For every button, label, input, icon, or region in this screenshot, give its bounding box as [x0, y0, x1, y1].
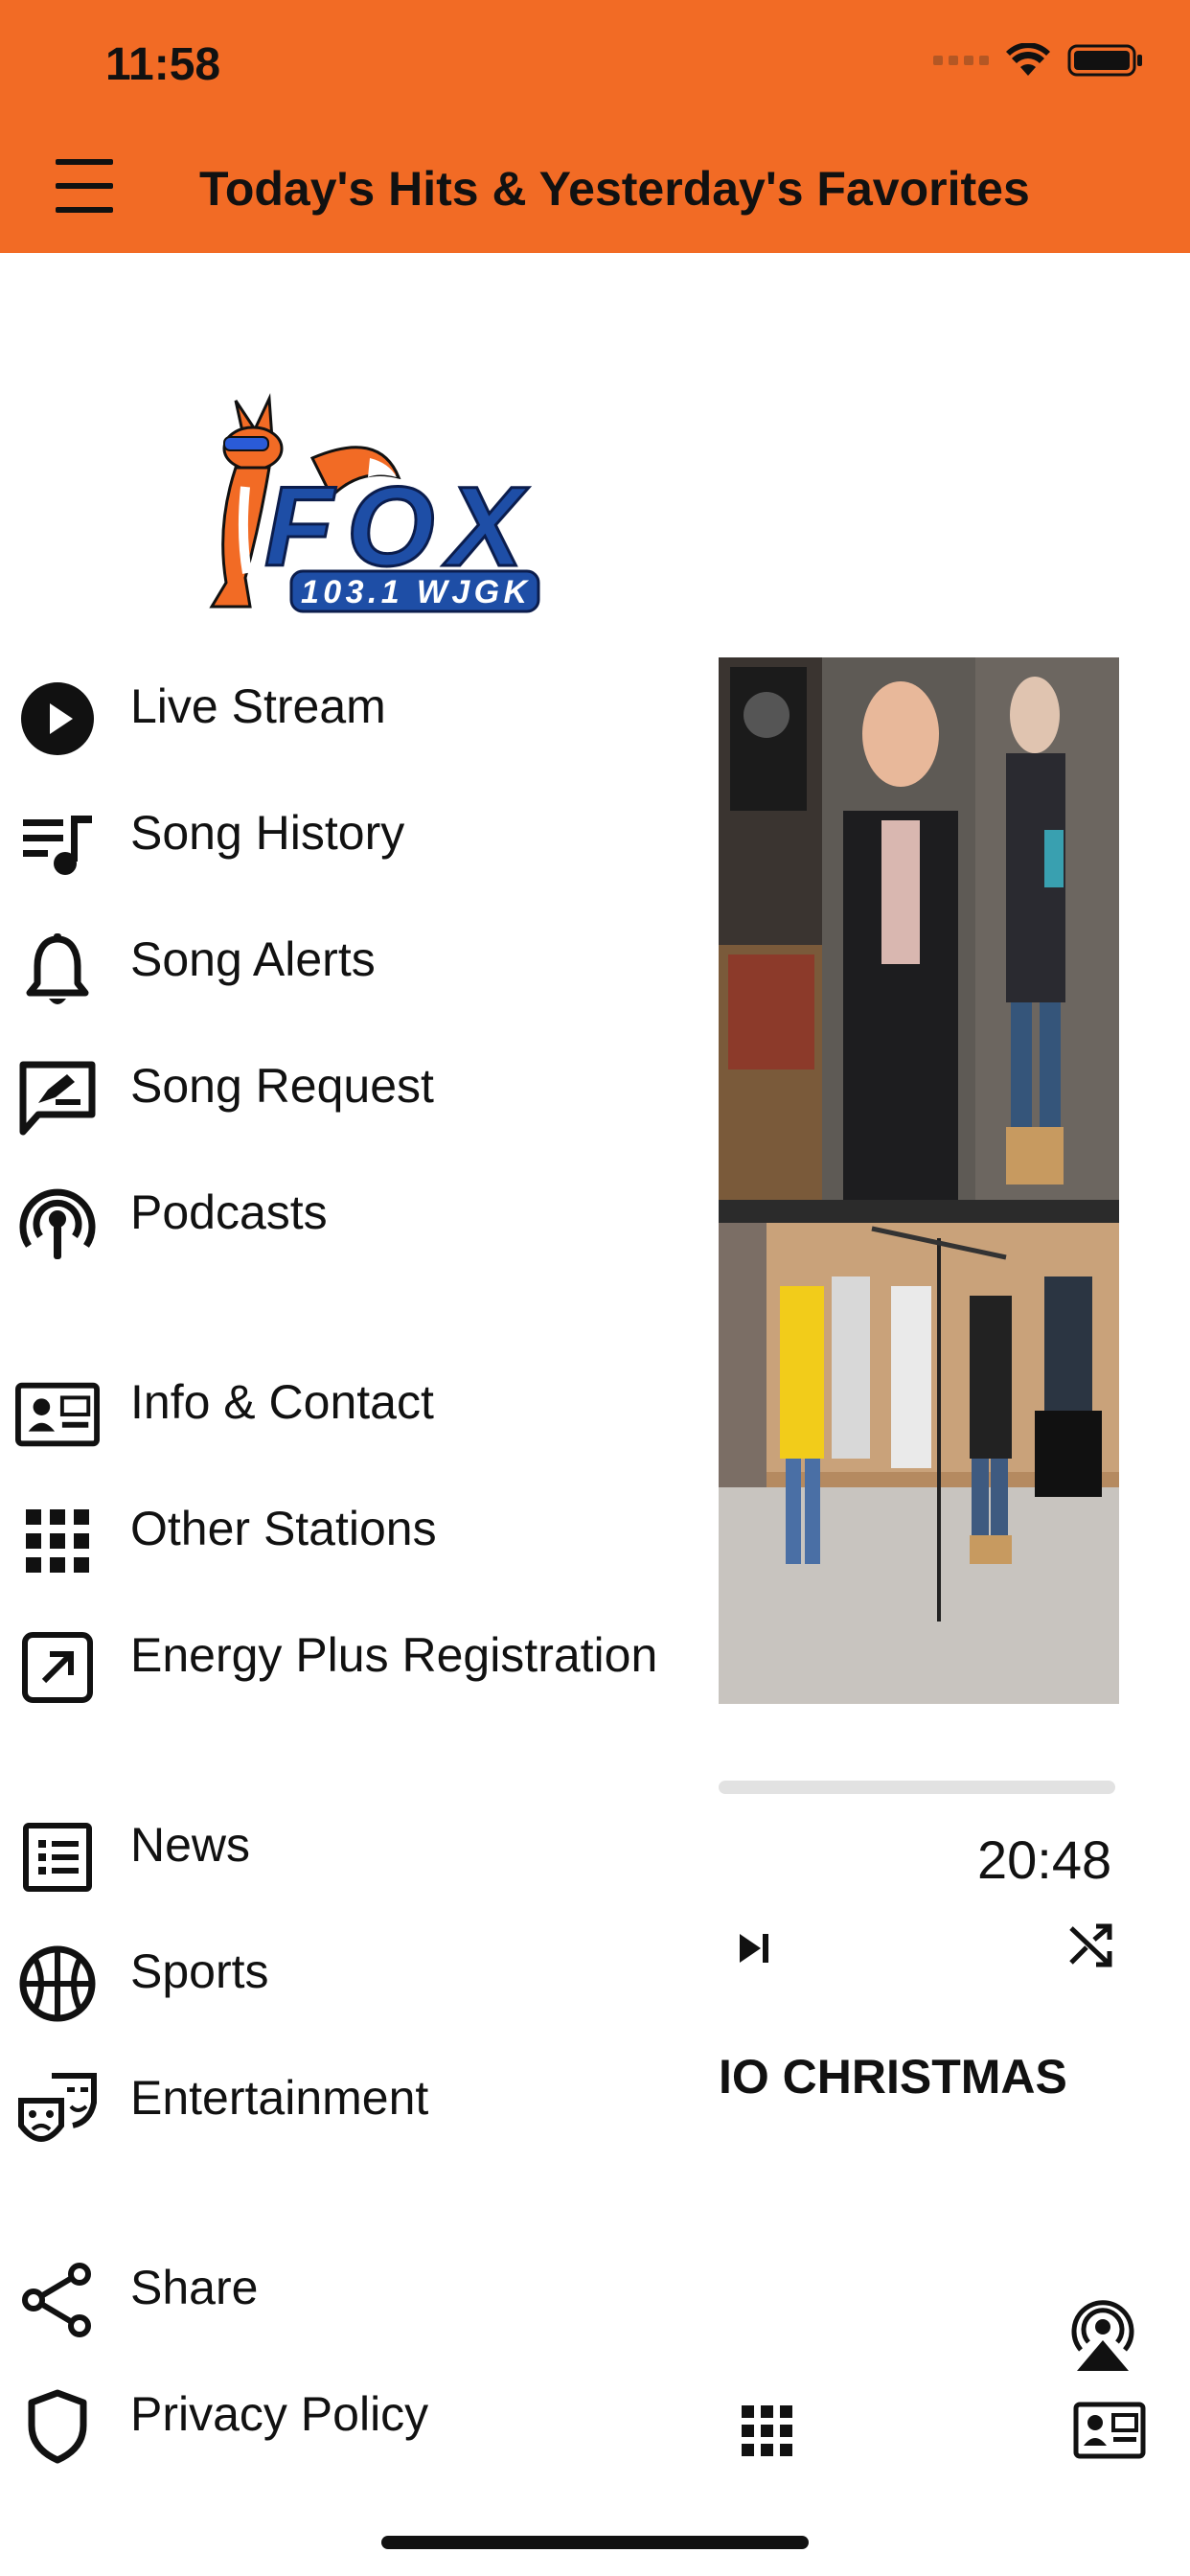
skip-next-icon[interactable] [730, 1924, 778, 1972]
menu-label: Sports [130, 1944, 269, 1998]
playlist-icon [15, 803, 100, 887]
menu-label: Live Stream [130, 679, 386, 733]
home-indicator [381, 2536, 809, 2549]
battery-icon [1067, 44, 1142, 77]
shuffle-icon[interactable] [1065, 1920, 1115, 1970]
external-link-icon [15, 1625, 100, 1710]
menu-item-energy-plus-registration[interactable]: Energy Plus Registration [0, 1602, 690, 1708]
menu-item-song-alerts[interactable]: Song Alerts [0, 907, 690, 1012]
menu-item-entertainment[interactable]: Entertainment [0, 2045, 690, 2150]
menu-item-live-stream[interactable]: Live Stream [0, 654, 690, 759]
menu-item-sports[interactable]: Sports [0, 1919, 690, 2024]
menu-label: Song Request [130, 1059, 434, 1113]
contact-card-icon [15, 1372, 100, 1457]
theater-masks-icon [15, 2068, 100, 2152]
menu-item-song-history[interactable]: Song History [0, 780, 690, 886]
stations-grid-icon[interactable] [742, 2405, 793, 2457]
menu-item-news[interactable]: News [0, 1792, 690, 1898]
menu-label: Energy Plus Registration [130, 1628, 658, 1682]
menu-item-other-stations[interactable]: Other Stations [0, 1476, 690, 1581]
play-circle-icon [15, 677, 100, 761]
basketball-icon [15, 1942, 100, 2026]
wifi-icon [1006, 43, 1050, 76]
studio-photo-bottom [719, 1200, 1119, 1704]
menu-label: Share [130, 2261, 259, 2314]
cellular-signal-icon [933, 56, 989, 65]
app-header: 11:58 Today's Hits & Yesterday's Favorit… [0, 0, 1190, 253]
news-list-icon [15, 1815, 100, 1899]
menu-label: Privacy Policy [130, 2387, 429, 2441]
contact-card-icon[interactable] [1073, 2402, 1146, 2459]
now-playing-title: IO CHRISTMAS [719, 2050, 1067, 2104]
menu-item-info-contact[interactable]: Info & Contact [0, 1349, 690, 1455]
call-letters-banner: 103.1 WJGK [289, 569, 540, 613]
stream-artwork [719, 657, 1119, 1704]
menu-item-podcasts[interactable]: Podcasts [0, 1160, 690, 1265]
playback-time: 20:48 [977, 1829, 1112, 1890]
playback-progress-bar[interactable] [719, 1781, 1115, 1794]
status-time: 11:58 [105, 39, 221, 90]
menu-item-song-request[interactable]: Song Request [0, 1033, 690, 1138]
status-icons [933, 42, 1144, 79]
menu-label: Song History [130, 806, 405, 860]
menu-label: Entertainment [130, 2071, 429, 2125]
menu-item-share[interactable]: Share [0, 2235, 690, 2340]
app-title: Today's Hits & Yesterday's Favorites [199, 162, 1030, 216]
menu-label: News [130, 1818, 251, 1872]
menu-item-privacy-policy[interactable]: Privacy Policy [0, 2361, 690, 2467]
shield-icon [15, 2384, 100, 2469]
studio-photo-top [719, 657, 1119, 1200]
share-icon [15, 2258, 100, 2342]
bell-icon [15, 930, 100, 1014]
menu-label: Podcasts [130, 1185, 328, 1239]
menu-label: Info & Contact [130, 1375, 434, 1429]
hamburger-icon[interactable] [54, 153, 115, 218]
menu-label: Other Stations [130, 1502, 437, 1555]
menu-label: Song Alerts [130, 932, 376, 986]
grid-icon [15, 1499, 100, 1583]
podcast-icon [15, 1183, 100, 1267]
airplay-icon[interactable] [1062, 2290, 1144, 2373]
request-icon [15, 1056, 100, 1140]
station-logo: FOX 103.1 WJGK [209, 393, 540, 613]
